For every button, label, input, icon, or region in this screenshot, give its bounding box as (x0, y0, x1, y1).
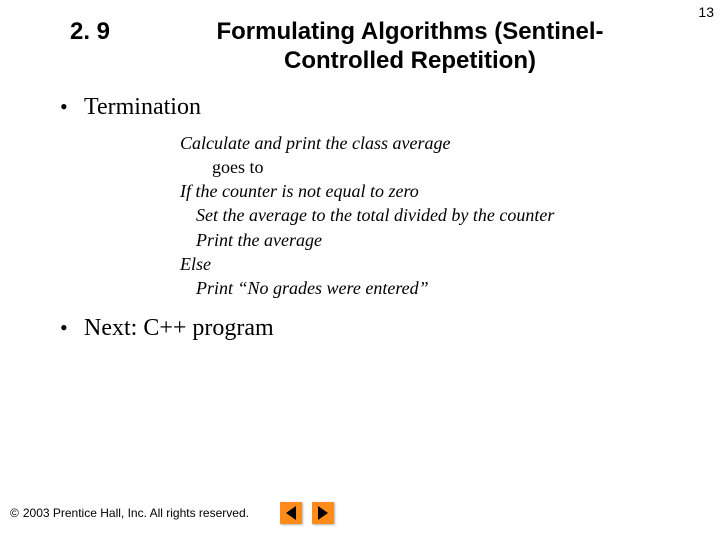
triangle-left-icon (286, 506, 296, 520)
pseudocode-block: Calculate and print the class average go… (60, 125, 720, 301)
pseudo-line: Calculate and print the class average (180, 131, 720, 155)
bullet-dot-icon: • (60, 317, 84, 339)
footer: © 2003 Prentice Hall, Inc. All rights re… (10, 506, 249, 520)
section-title: Formulating Algorithms (Sentinel-Control… (160, 18, 660, 76)
bullet-text: Next: C++ program (84, 315, 274, 342)
pseudo-line: If the counter is not equal to zero (180, 179, 720, 203)
bullet-termination: • Termination (60, 94, 720, 121)
bullet-next: • Next: C++ program (60, 315, 720, 342)
pseudo-line: goes to (180, 155, 720, 179)
section-number: 2. 9 (70, 18, 160, 46)
pseudo-line: Set the average to the total divided by … (180, 203, 720, 227)
bullet-text: Termination (84, 94, 201, 121)
pseudo-line: Else (180, 252, 720, 276)
triangle-right-icon (318, 506, 328, 520)
page-number: 13 (698, 4, 714, 20)
prev-slide-button[interactable] (280, 502, 302, 524)
nav-buttons (280, 502, 334, 524)
pseudo-line: Print the average (180, 228, 720, 252)
footer-text: 2003 Prentice Hall, Inc. All rights rese… (23, 506, 249, 520)
bullet-dot-icon: • (60, 96, 84, 118)
copyright-icon: © (10, 506, 19, 520)
next-slide-button[interactable] (312, 502, 334, 524)
slide-title-row: 2. 9 Formulating Algorithms (Sentinel-Co… (0, 0, 720, 76)
slide-body: • Termination Calculate and print the cl… (0, 76, 720, 342)
pseudo-line: Print “No grades were entered” (180, 276, 720, 300)
